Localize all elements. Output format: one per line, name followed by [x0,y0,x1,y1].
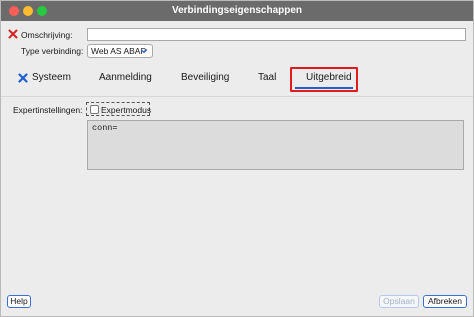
tab-highlight-box [290,67,358,92]
tab-taal-label: Taal [258,72,277,83]
tab-aanmelding[interactable]: Aanmelding [99,72,152,83]
type-verbinding-label: Type verbinding: [21,46,84,56]
systeem-x-icon [18,73,28,83]
tab-beveiliging[interactable]: Beveiliging [181,72,229,83]
help-button[interactable]: Help [7,295,31,308]
omschrijving-label: Omschrijving: [21,30,73,40]
chevron-down-icon [140,49,148,54]
tab-beveiliging-label: Beveiliging [181,72,230,83]
tab-bar: Systeem Aanmelding Beveiliging Taal Uitg… [1,65,473,95]
connection-string-value: conn= [92,123,118,133]
type-verbinding-value: Web AS ABAP [91,46,147,56]
tab-aanmelding-label: Aanmelding [99,72,152,83]
window-title: Verbindingseigenschappen [171,5,303,16]
tab-taal[interactable]: Taal [258,72,276,83]
expertmodus-label: Expertmodus [101,105,152,115]
type-verbinding-select[interactable]: Web AS ABAP [87,44,153,58]
tab-systeem[interactable]: Systeem [18,72,71,83]
connection-string-textarea[interactable]: conn= [87,120,464,170]
save-button[interactable]: Opslaan [379,295,419,308]
expertinstellingen-label: Expertinstellingen: [13,105,83,115]
cancel-button[interactable]: Afbreken [423,295,467,308]
checkbox-box [90,105,99,114]
omschrijving-input[interactable] [87,28,466,41]
expertmodus-checkbox[interactable]: Expertmodus [86,102,152,116]
tab-panel-divider [1,96,473,97]
dialog-window: Verbindingseigenschappen Omschrijving: T… [0,0,474,317]
error-x-icon [8,29,18,39]
tab-systeem-label: Systeem [32,72,71,83]
title-bar: Verbindingseigenschappen [1,1,473,21]
